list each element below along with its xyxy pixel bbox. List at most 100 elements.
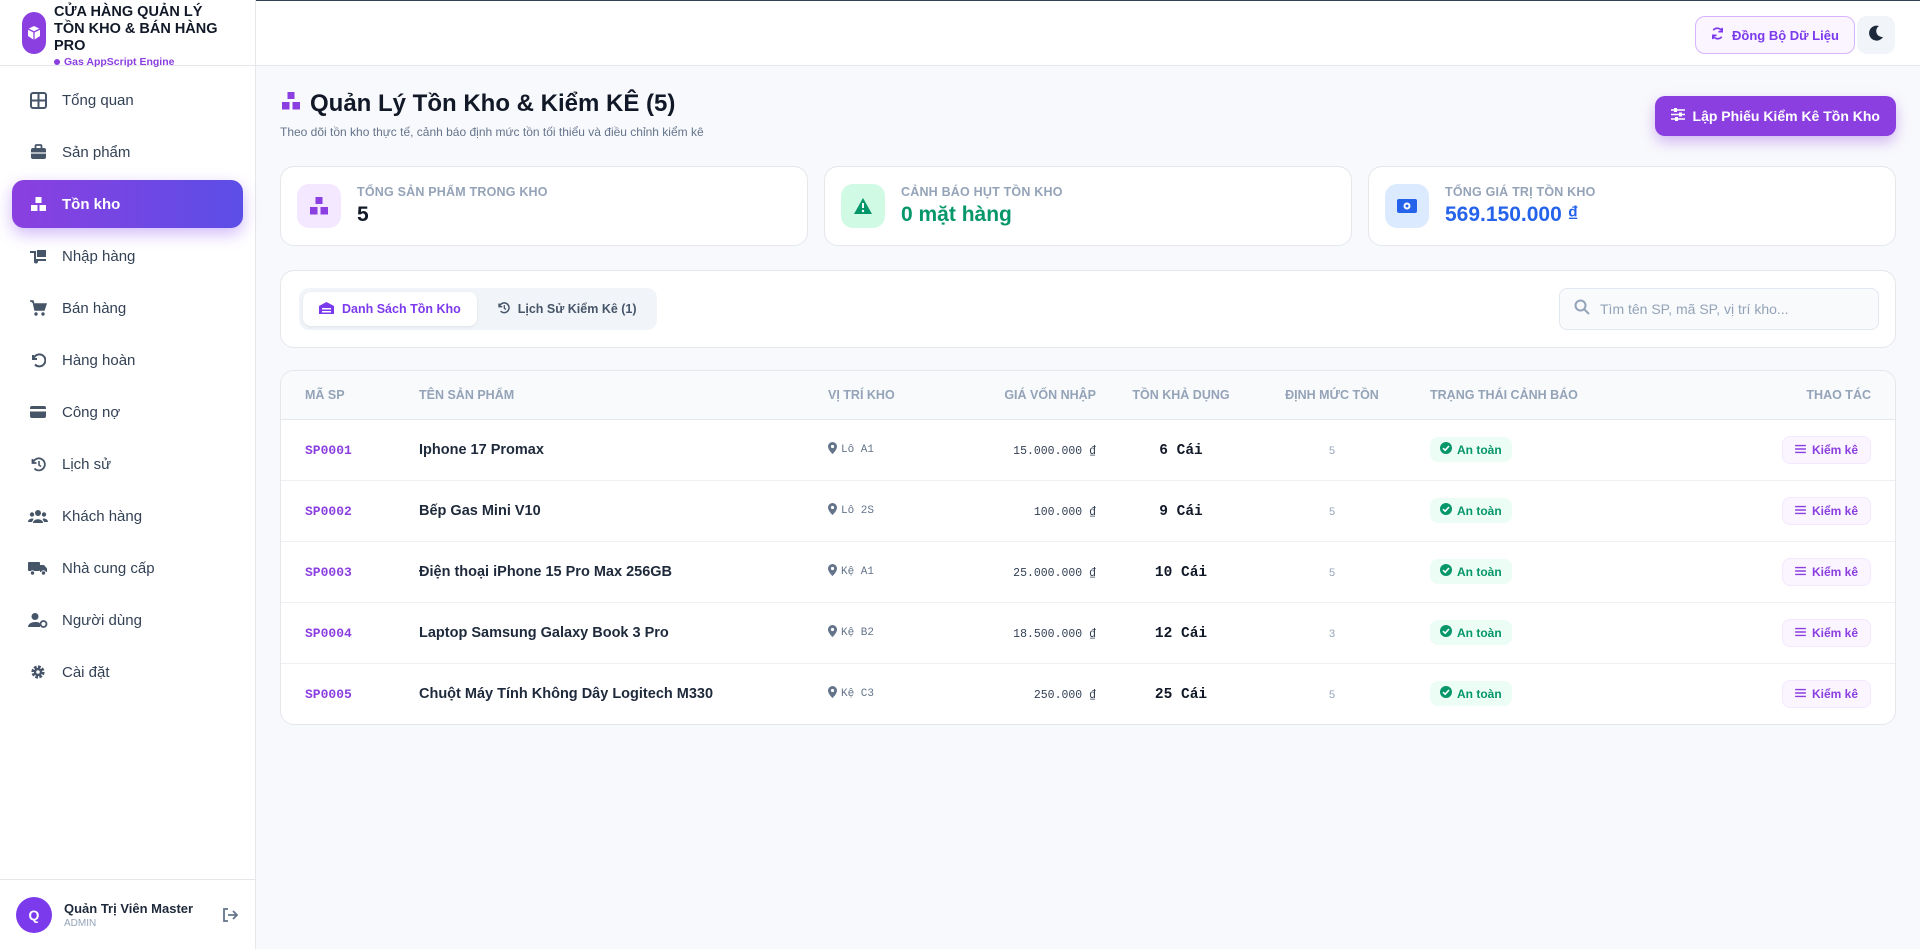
status-badge: An toàn [1430, 681, 1512, 707]
stocktake-button[interactable]: Kiểm kê [1781, 679, 1871, 708]
column-header[interactable]: Tên sản phẩm [419, 371, 828, 420]
cost-price: 15.000.000 ₫ [1013, 445, 1096, 458]
theme-toggle-button[interactable] [1857, 16, 1895, 54]
available-qty: 9 Cái [1159, 503, 1203, 520]
boxes-icon [280, 90, 302, 118]
brand: Cửa hàng quản lý tồn kho & bán hàng pro … [0, 0, 255, 68]
table-row: SP0002 Bếp Gas Mini V10 Lô 2S 100.000 ₫ … [281, 480, 1895, 542]
user-gear-icon [28, 610, 48, 630]
status-label: An toàn [1457, 625, 1502, 640]
warehouse-location: Kệ A1 [841, 566, 875, 578]
history-icon [28, 454, 48, 474]
stocktake-button[interactable]: Kiểm kê [1781, 496, 1871, 525]
product-name: Chuột Máy Tính Không Dây Logitech M330 [419, 686, 714, 703]
warehouse-location: Kệ B2 [841, 627, 875, 639]
product-code[interactable]: SP0003 [305, 565, 352, 580]
sidebar-item-label: Tổng quan [62, 91, 134, 109]
search-box [1559, 288, 1879, 330]
check-circle-icon [1440, 625, 1452, 640]
sidebar-item-cong-no[interactable]: Công nợ [12, 388, 243, 436]
sidebar-item-tong-quan[interactable]: Tổng quan [12, 76, 243, 124]
boxes-icon [297, 184, 341, 228]
create-stocktake-button[interactable]: Lập Phiếu Kiểm Kê Tồn Kho [1654, 96, 1896, 136]
stat-card-total-products: Tổng sản phẩm trong kho 5 [280, 166, 808, 246]
stat-value: 0 mặt hàng [901, 203, 1012, 226]
column-header[interactable]: Trạng thái cảnh báo [1398, 371, 1704, 420]
sidebar-item-label: Tồn kho [62, 195, 121, 213]
sidebar-item-hang-hoan[interactable]: Hàng hoàn [12, 336, 243, 384]
toolbar: Danh Sách Tồn Kho Lịch Sử Kiểm Kê (1) [280, 270, 1896, 348]
table-row: SP0001 Iphone 17 Promax Lô A1 15.000.000… [281, 419, 1895, 481]
tab-inventory-list[interactable]: Danh Sách Tồn Kho [303, 292, 477, 326]
sidebar-item-label: Khách hàng [62, 507, 143, 525]
map-pin-icon [828, 686, 837, 702]
sidebar-item-label: Cài đặt [62, 663, 110, 681]
status-dot-icon [54, 59, 60, 65]
check-circle-icon [1440, 564, 1452, 579]
stocktake-button[interactable]: Kiểm kê [1781, 618, 1871, 647]
column-header: Thao tác [1703, 371, 1895, 420]
product-name: Bếp Gas Mini V10 [419, 503, 541, 519]
sidebar-item-lich-su[interactable]: Lịch sử [12, 440, 243, 488]
product-code[interactable]: SP0005 [305, 687, 352, 702]
users-icon [28, 506, 48, 526]
sidebar-item-label: Người dùng [62, 611, 142, 629]
grid-icon [28, 90, 48, 110]
stat-value: 569.150.000 ₫ [1445, 203, 1579, 226]
page-header: Quản Lý Tồn Kho & Kiểm KÊ (5) Theo dõi t… [280, 66, 1896, 150]
warning-icon [841, 184, 885, 228]
logout-icon[interactable] [220, 905, 240, 925]
sidebar-item-nhap-hang[interactable]: Nhập hàng [12, 232, 243, 280]
product-code[interactable]: SP0002 [305, 504, 352, 519]
cart-icon [28, 298, 48, 318]
tab-group: Danh Sách Tồn Kho Lịch Sử Kiểm Kê (1) [299, 288, 657, 330]
sidebar-item-nha-cung-cap[interactable]: Nhà cung cấp [12, 544, 243, 592]
product-code[interactable]: SP0001 [305, 443, 352, 458]
column-header[interactable]: Vị trí kho [828, 371, 948, 420]
warehouse-location: Lô A1 [841, 444, 875, 456]
column-header[interactable]: Tồn khả dụng [1096, 371, 1266, 420]
sidebar-item-label: Nhập hàng [62, 247, 136, 265]
sidebar-item-label: Công nợ [62, 403, 121, 421]
briefcase-icon [28, 142, 48, 162]
search-input[interactable] [1600, 301, 1870, 317]
stocktake-label: Kiểm kê [1811, 564, 1858, 579]
sidebar-item-cai-dat[interactable]: Cài đặt [12, 648, 243, 696]
check-circle-icon [1440, 442, 1452, 457]
sidebar-item-khach-hang[interactable]: Khách hàng [12, 492, 243, 540]
product-name: Điện thoại iPhone 15 Pro Max 256GB [419, 564, 673, 580]
inventory-table: Mã SP Tên sản phẩm Vị trí kho Giá vốn nh… [280, 370, 1896, 725]
sliders-icon [1795, 565, 1806, 579]
stocktake-label: Kiểm kê [1811, 442, 1858, 457]
sidebar-item-ton-kho[interactable]: Tồn kho [12, 180, 243, 228]
sidebar-item-label: Sản phẩm [62, 143, 131, 161]
map-pin-icon [828, 564, 837, 580]
column-header[interactable]: Giá vốn nhập [948, 371, 1096, 420]
stat-card-shortage-warning: Cảnh báo hụt tồn kho 0 mặt hàng [824, 166, 1352, 246]
min-stock: 3 [1328, 629, 1336, 641]
cost-price: 18.500.000 ₫ [1013, 628, 1096, 641]
status-label: An toàn [1457, 564, 1502, 579]
status-badge: An toàn [1430, 620, 1512, 645]
check-circle-icon [1440, 686, 1452, 701]
column-header[interactable]: Mã SP [281, 371, 419, 420]
status-badge: An toàn [1430, 559, 1512, 584]
warehouse-location: Lô 2S [841, 505, 875, 517]
stocktake-button[interactable]: Kiểm kê [1781, 557, 1871, 586]
sidebar-item-san-pham[interactable]: Sản phẩm [12, 128, 243, 176]
sidebar-item-ban-hang[interactable]: Bán hàng [12, 284, 243, 332]
min-stock: 5 [1328, 507, 1336, 519]
sidebar-item-nguoi-dung[interactable]: Người dùng [12, 596, 243, 644]
product-code[interactable]: SP0004 [305, 626, 352, 641]
status-badge: An toàn [1430, 498, 1512, 523]
sync-data-button[interactable]: Đồng Bộ Dữ Liệu [1695, 16, 1855, 54]
stat-label: Cảnh báo hụt tồn kho [901, 185, 1063, 199]
tab-stocktake-history[interactable]: Lịch Sử Kiểm Kê (1) [481, 292, 653, 326]
column-header[interactable]: Định mức tồn [1266, 371, 1398, 420]
stocktake-button[interactable]: Kiểm kê [1781, 435, 1871, 464]
avatar[interactable]: Q [16, 896, 52, 933]
sliders-icon [1795, 504, 1806, 518]
moon-icon [1867, 24, 1885, 47]
stocktake-label: Kiểm kê [1811, 625, 1858, 640]
stat-value: 5 [357, 203, 369, 226]
